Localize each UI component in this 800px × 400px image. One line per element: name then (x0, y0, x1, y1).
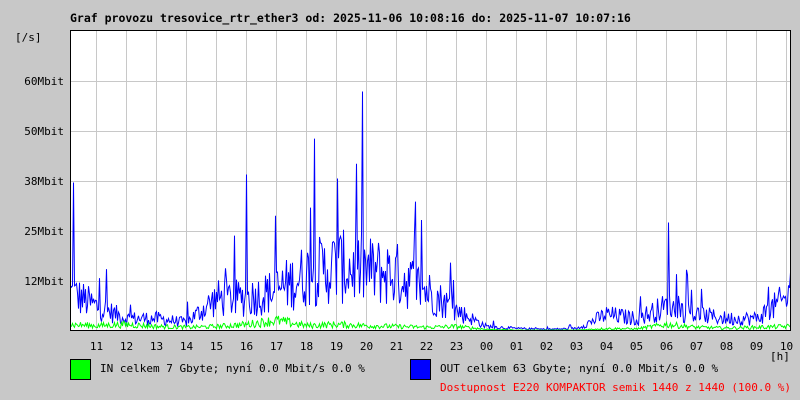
x-tick-label: 02 (539, 340, 554, 353)
legend-out-swatch (410, 359, 431, 380)
plot-area (70, 30, 791, 331)
y-tick-label: 50Mbit (24, 124, 64, 138)
legend-in-text: IN celkem 7 Gbyte; nyní 0.0 Mbit/s 0.0 % (100, 362, 365, 375)
x-tick-label: 00 (479, 340, 494, 353)
x-tick-label: 15 (209, 340, 224, 353)
x-tick-label: 14 (179, 340, 194, 353)
chart-title: Graf provozu tresovice_rtr_ether3 od: 20… (70, 11, 631, 25)
legend-in-swatch (70, 359, 91, 380)
y-axis-unit: [/s] (15, 31, 42, 44)
x-tick-label: 21 (389, 340, 404, 353)
x-tick-label: 22 (419, 340, 434, 353)
x-tick-label: 03 (569, 340, 584, 353)
x-tick-label: 18 (299, 340, 314, 353)
x-tick-label: 08 (719, 340, 734, 353)
availability-text: Dostupnost E220 KOMPAKTOR semik 1440 z 1… (440, 381, 791, 394)
x-tick-label: 12 (119, 340, 134, 353)
x-tick-label: 13 (149, 340, 164, 353)
x-tick-label: 07 (689, 340, 704, 353)
x-tick-label: 05 (629, 340, 644, 353)
x-tick-label: 20 (359, 340, 374, 353)
y-tick-label: 25Mbit (24, 224, 64, 238)
x-tick-label: 06 (659, 340, 674, 353)
x-tick-label: 19 (329, 340, 344, 353)
x-tick-label: 23 (449, 340, 464, 353)
x-tick-label: 11 (89, 340, 104, 353)
x-tick-label: 04 (599, 340, 614, 353)
x-tick-label: 09 (749, 340, 764, 353)
x-axis-unit: [h] (770, 350, 790, 363)
x-tick-label: 01 (509, 340, 524, 353)
x-tick-label: 17 (269, 340, 284, 353)
legend-out-text: OUT celkem 63 Gbyte; nyní 0.0 Mbit/s 0.0… (440, 362, 719, 375)
y-tick-label: 38Mbit (24, 174, 64, 188)
x-tick-label: 16 (239, 340, 254, 353)
y-tick-label: 60Mbit (24, 74, 64, 88)
y-tick-label: 12Mbit (24, 274, 64, 288)
